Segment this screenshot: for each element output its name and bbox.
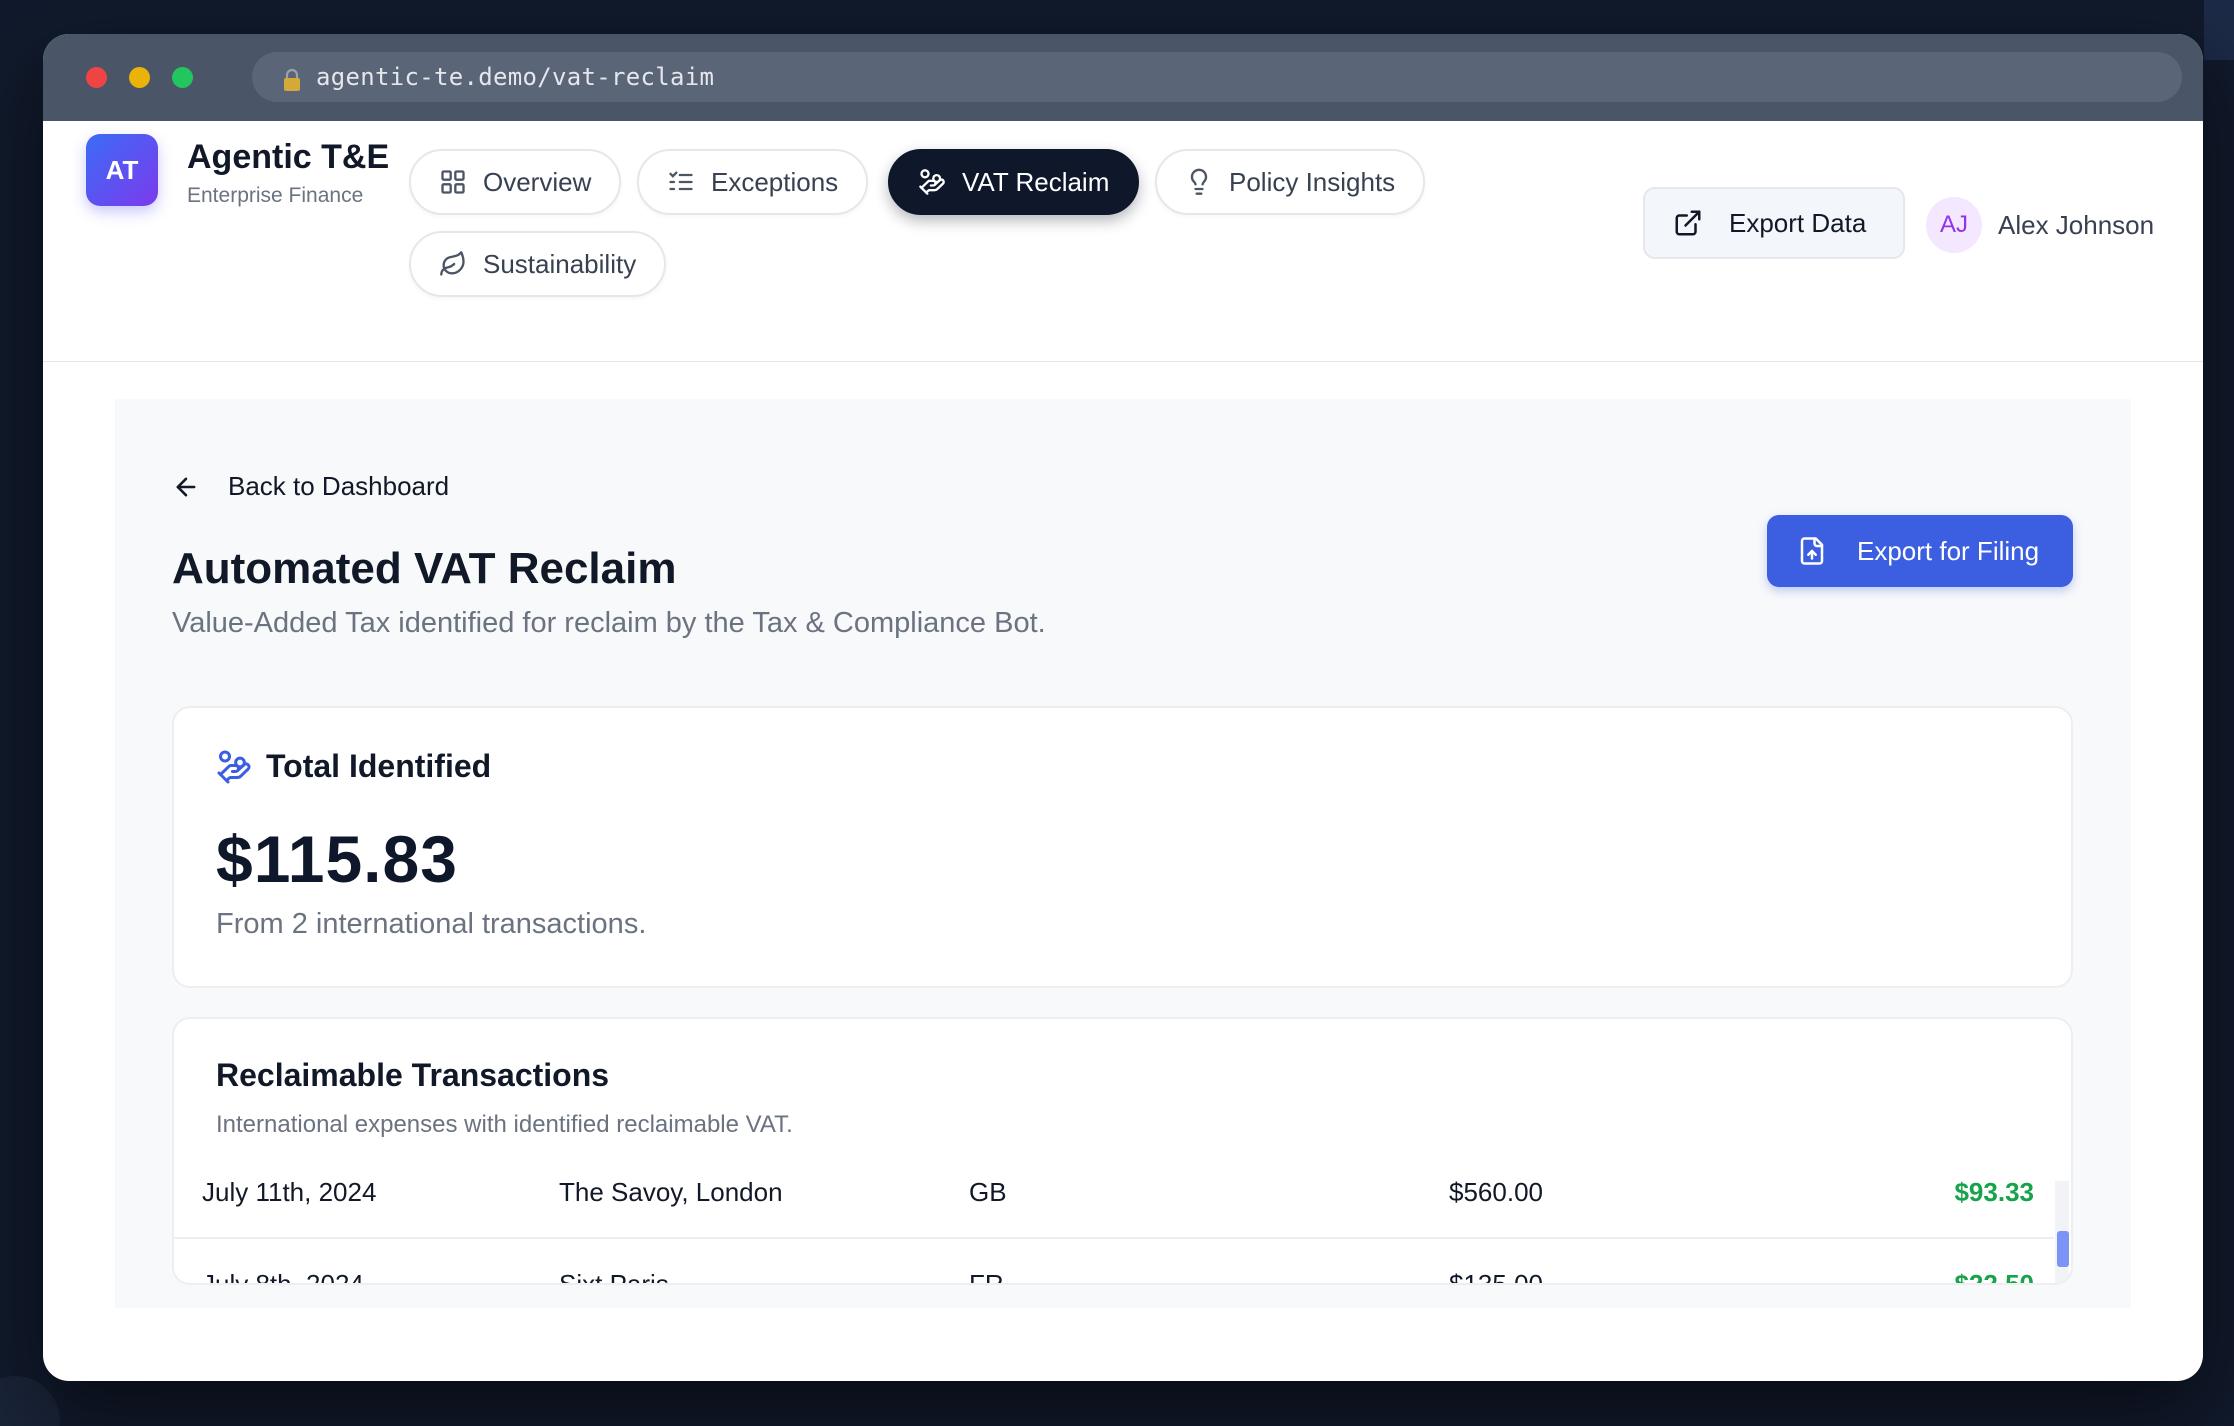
row-amount: $560.00 (1449, 1181, 1543, 1207)
page-subtitle: Value-Added Tax identified for reclaim b… (172, 607, 1046, 639)
hand-coins-icon (217, 750, 251, 783)
lock-icon (284, 68, 300, 91)
table-scrollbar-thumb[interactable] (2057, 1231, 2069, 1267)
brand-name: Agentic T&E (187, 138, 390, 176)
total-identified-title: Total Identified (266, 748, 492, 784)
background-blob (0, 1376, 60, 1426)
tab-policy-insights-label: Policy Insights (1229, 166, 1396, 197)
page-title: Automated VAT Reclaim (172, 544, 677, 593)
tab-sustainability[interactable]: Sustainability (409, 231, 667, 297)
tab-exceptions-label: Exceptions (711, 166, 839, 197)
brand-subtitle: Enterprise Finance (187, 184, 364, 207)
grid-icon (441, 170, 465, 194)
table-row[interactable]: July 8th, 2024 Sixt Paris FR $135.00 $22… (174, 1239, 2054, 1285)
row-merchant: The Savoy, London (559, 1181, 783, 1207)
row-vat-reclaim: $22.50 (1954, 1269, 2034, 1285)
file-upload-icon (1800, 537, 1824, 565)
browser-window: agentic-te.demo/vat-reclaim AT Agentic T… (43, 34, 2203, 1381)
tab-overview-label: Overview (483, 166, 592, 197)
app-logo: AT (86, 134, 158, 206)
row-merchant: Sixt Paris (559, 1269, 669, 1285)
maximize-window-button[interactable] (172, 67, 193, 88)
row-vat-reclaim: $93.33 (1954, 1181, 2034, 1207)
row-date: July 11th, 2024 (202, 1181, 377, 1207)
tab-vat-reclaim-label: VAT Reclaim (962, 166, 1110, 197)
address-bar[interactable]: agentic-te.demo/vat-reclaim (252, 52, 2182, 102)
export-for-filing-button[interactable]: Export for Filing (1767, 515, 2073, 587)
url-text: agentic-te.demo/vat-reclaim (316, 63, 715, 91)
main-panel: Back to Dashboard Automated VAT Reclaim … (115, 399, 2131, 1308)
total-identified-amount: $115.83 (216, 822, 458, 896)
transactions-table-body: July 11th, 2024 The Savoy, London GB $56… (174, 1181, 2054, 1285)
back-to-dashboard-link[interactable]: Back to Dashboard (172, 471, 449, 502)
transactions-subtitle: International expenses with identified r… (216, 1111, 793, 1138)
arrow-left-icon (176, 477, 196, 496)
user-avatar[interactable]: AJ (1926, 197, 1982, 253)
total-identified-note: From 2 international transactions. (216, 908, 647, 940)
minimize-window-button[interactable] (129, 67, 150, 88)
reclaimable-transactions-card: Reclaimable Transactions International e… (172, 1017, 2073, 1285)
transactions-table[interactable]: July 11th, 2024 The Savoy, London GB $56… (174, 1181, 2054, 1285)
hand-coins-icon (919, 169, 945, 195)
transactions-title: Reclaimable Transactions (216, 1057, 610, 1093)
row-country: FR (969, 1269, 1004, 1285)
close-window-button[interactable] (86, 67, 107, 88)
tab-exceptions[interactable]: Exceptions (637, 149, 869, 215)
export-for-filing-label: Export for Filing (1857, 535, 2040, 566)
tab-sustainability-label: Sustainability (483, 248, 637, 279)
tab-vat-reclaim[interactable]: VAT Reclaim (888, 149, 1140, 215)
background-accent (2204, 0, 2234, 60)
user-name[interactable]: Alex Johnson (1998, 210, 2154, 241)
tab-overview[interactable]: Overview (409, 149, 622, 215)
row-date: July 8th, 2024 (202, 1269, 364, 1285)
row-country: GB (969, 1181, 1007, 1207)
list-check-icon (669, 171, 693, 191)
external-link-icon (1675, 210, 1701, 236)
back-to-dashboard-label: Back to Dashboard (228, 471, 450, 501)
tab-policy-insights[interactable]: Policy Insights (1155, 149, 1426, 215)
row-amount: $135.00 (1449, 1269, 1543, 1285)
lightbulb-icon (1190, 168, 1208, 195)
leaf-icon (440, 251, 465, 276)
export-data-button[interactable]: Export Data (1643, 187, 1905, 259)
browser-titlebar: agentic-te.demo/vat-reclaim (43, 34, 2203, 121)
table-row[interactable]: July 11th, 2024 The Savoy, London GB $56… (174, 1181, 2054, 1239)
total-identified-card: Total Identified $115.83 From 2 internat… (172, 706, 2073, 988)
total-identified-header: Total Identified (216, 748, 491, 785)
export-data-label: Export Data (1729, 207, 1867, 238)
